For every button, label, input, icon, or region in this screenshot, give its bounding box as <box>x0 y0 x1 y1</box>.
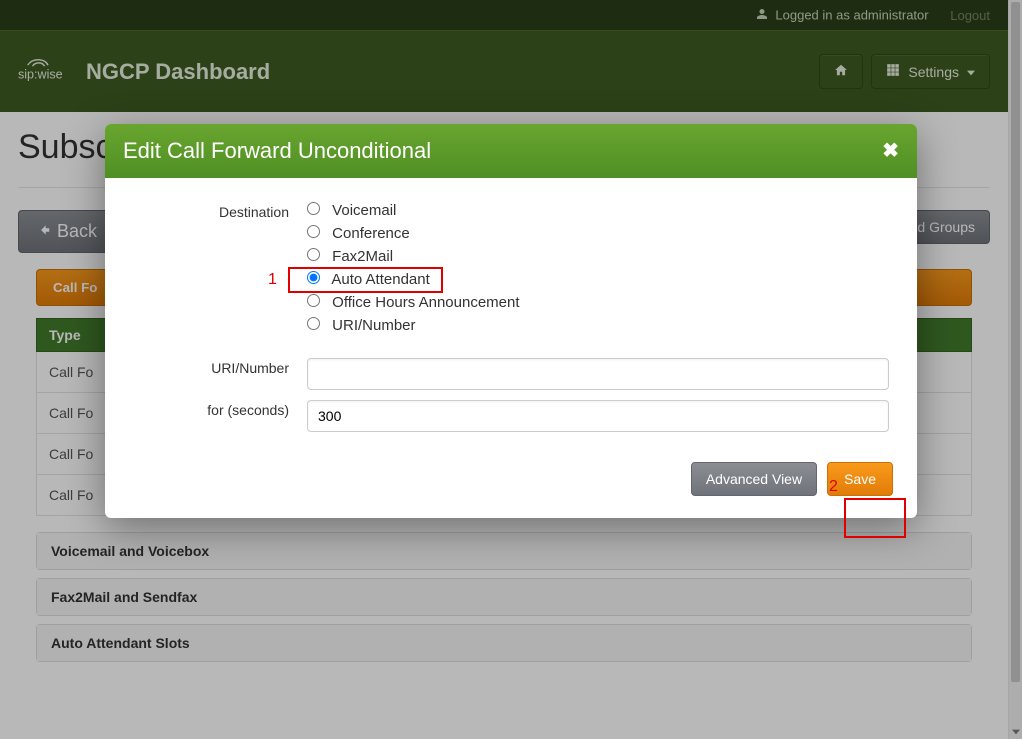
destination-fax2mail[interactable]: Fax2Mail <box>307 248 889 265</box>
radio-fax2mail[interactable] <box>307 248 320 261</box>
modal-title: Edit Call Forward Unconditional <box>123 138 431 164</box>
radio-voicemail-label: Voicemail <box>332 202 396 219</box>
advanced-view-label: Advanced View <box>706 471 802 487</box>
destination-label: Destination <box>133 202 307 220</box>
radio-office-hours[interactable] <box>307 294 320 307</box>
modal-backdrop[interactable]: Edit Call Forward Unconditional ✖ Destin… <box>0 0 1022 739</box>
destination-radio-group: Voicemail Conference Fax2Mail Auto Atten… <box>307 202 889 340</box>
modal-body: Destination Voicemail Conference Fax2Mai… <box>105 178 917 446</box>
save-label: Save <box>844 471 876 487</box>
for-seconds-label: for (seconds) <box>133 400 307 418</box>
radio-office-hours-label: Office Hours Announcement <box>332 294 519 311</box>
radio-uri-number-label: URI/Number <box>332 317 415 334</box>
for-seconds-input[interactable] <box>307 400 889 432</box>
destination-conference[interactable]: Conference <box>307 225 889 242</box>
uri-input[interactable] <box>307 358 889 390</box>
edit-cfu-modal: Edit Call Forward Unconditional ✖ Destin… <box>105 124 917 518</box>
radio-uri-number[interactable] <box>307 317 320 330</box>
modal-header: Edit Call Forward Unconditional ✖ <box>105 124 917 178</box>
destination-office-hours[interactable]: Office Hours Announcement <box>307 294 889 311</box>
advanced-view-button[interactable]: Advanced View <box>691 462 817 496</box>
modal-footer: Advanced View Save <box>105 446 917 518</box>
radio-voicemail[interactable] <box>307 202 320 215</box>
radio-auto-attendant-label: Auto Attendant <box>331 271 429 288</box>
destination-voicemail[interactable]: Voicemail <box>307 202 889 219</box>
radio-fax2mail-label: Fax2Mail <box>332 248 393 265</box>
save-button[interactable]: Save <box>827 462 893 496</box>
radio-auto-attendant[interactable] <box>307 271 320 284</box>
destination-uri-number[interactable]: URI/Number <box>307 317 889 334</box>
radio-conference[interactable] <box>307 225 320 238</box>
radio-conference-label: Conference <box>332 225 410 242</box>
uri-label: URI/Number <box>133 358 307 376</box>
destination-auto-attendant[interactable]: Auto Attendant <box>307 271 889 288</box>
close-icon[interactable]: ✖ <box>882 141 899 161</box>
